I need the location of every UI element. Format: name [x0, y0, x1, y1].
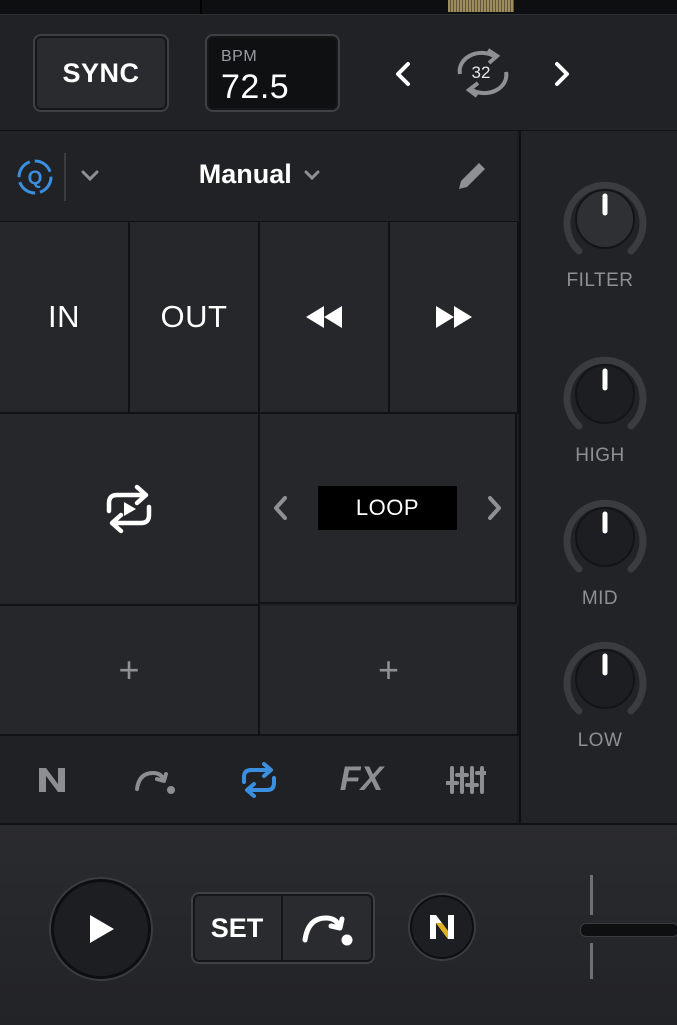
tab-neural-mix[interactable]	[0, 736, 103, 823]
filter-label: FILTER	[566, 270, 634, 291]
bpm-value: 72.5	[221, 68, 290, 106]
high-label: HIGH	[575, 445, 625, 466]
pitch-track	[590, 875, 593, 915]
neural-mix-icon	[38, 767, 65, 792]
knob-icon	[563, 641, 647, 715]
play-button[interactable]	[51, 879, 151, 979]
loop-length-display: LOOP	[318, 486, 457, 530]
loop-in-label: IN	[48, 299, 80, 334]
quantize-icon[interactable]: Q	[16, 158, 54, 196]
add-loop-slot-1[interactable]: +	[0, 606, 260, 736]
loop-size-increase-icon[interactable]	[551, 60, 573, 88]
sync-button[interactable]: SYNC	[33, 34, 169, 112]
eq-panel: FILTER HIGH MID LOW	[519, 131, 677, 823]
loop-size-value: 32	[471, 63, 491, 82]
tab-hot-cues[interactable]	[103, 736, 206, 823]
plus-icon: +	[118, 649, 140, 690]
waveform-preview	[448, 0, 514, 12]
bpm-display[interactable]: BPM 72.5	[205, 34, 340, 112]
set-cue-group: SET	[191, 892, 375, 964]
rewind-icon	[306, 306, 342, 328]
bpm-label: BPM	[221, 48, 258, 65]
cue-mode-bar: Q Manual	[0, 131, 517, 222]
mid-eq-knob[interactable]	[557, 489, 653, 585]
chevron-down-icon[interactable]	[80, 169, 100, 183]
plus-icon: +	[377, 649, 400, 690]
neural-mix-icon	[430, 915, 454, 939]
loop-icon	[241, 761, 276, 798]
waveform-strip	[0, 0, 677, 15]
mixer-sliders-icon	[445, 765, 486, 794]
cue-mode-label: Manual	[198, 159, 292, 189]
chevron-left-icon[interactable]	[270, 493, 292, 523]
pitch-track	[590, 943, 593, 979]
pitch-fader[interactable]	[580, 875, 677, 985]
rewind-button[interactable]	[260, 222, 390, 414]
loop-size-decrease-icon[interactable]	[392, 60, 414, 88]
loop-out-label: OUT	[160, 299, 228, 334]
waveform-divider	[200, 0, 202, 14]
tab-mixer[interactable]	[414, 736, 517, 823]
tab-fx[interactable]: FX	[310, 736, 413, 823]
knob-icon	[563, 499, 647, 573]
transport-bar: SET	[0, 823, 677, 1025]
tab-loops[interactable]	[207, 736, 310, 823]
fx-icon: FX	[339, 760, 384, 798]
cue-icon	[134, 770, 175, 794]
pencil-icon[interactable]	[455, 159, 489, 193]
add-loop-slot-2[interactable]: +	[260, 606, 519, 736]
quantize-divider	[64, 153, 66, 201]
cue-mode-selector[interactable]: Manual	[160, 159, 360, 190]
knob-icon	[563, 181, 647, 255]
loop-in-button[interactable]: IN	[0, 222, 130, 414]
fast-forward-icon	[435, 306, 472, 328]
fast-forward-button[interactable]	[390, 222, 519, 414]
deck-tab-bar: FX	[0, 736, 517, 823]
low-label: LOW	[577, 730, 623, 751]
pitch-handle[interactable]	[580, 923, 677, 937]
loop-size-indicator[interactable]: 32	[452, 48, 514, 98]
loop-length-control: LOOP	[260, 414, 517, 604]
cue-jump-button[interactable]	[283, 894, 373, 962]
high-eq-knob[interactable]	[557, 346, 653, 442]
set-cue-button[interactable]: SET	[193, 894, 283, 962]
cue-icon	[302, 915, 353, 946]
play-icon	[90, 915, 114, 943]
neural-mix-button[interactable]	[410, 895, 474, 959]
chevron-down-icon	[304, 170, 320, 180]
loop-out-button[interactable]: OUT	[130, 222, 260, 414]
loop-toggle-button[interactable]	[0, 414, 260, 606]
mid-label: MID	[581, 588, 619, 609]
deck-header: SYNC BPM 72.5 32	[0, 15, 677, 131]
filter-knob[interactable]	[557, 171, 653, 267]
svg-text:Q: Q	[28, 168, 43, 189]
loop-play-icon	[106, 484, 152, 534]
chevron-right-icon[interactable]	[483, 493, 505, 523]
low-eq-knob[interactable]	[557, 631, 653, 727]
knob-icon	[563, 356, 647, 430]
